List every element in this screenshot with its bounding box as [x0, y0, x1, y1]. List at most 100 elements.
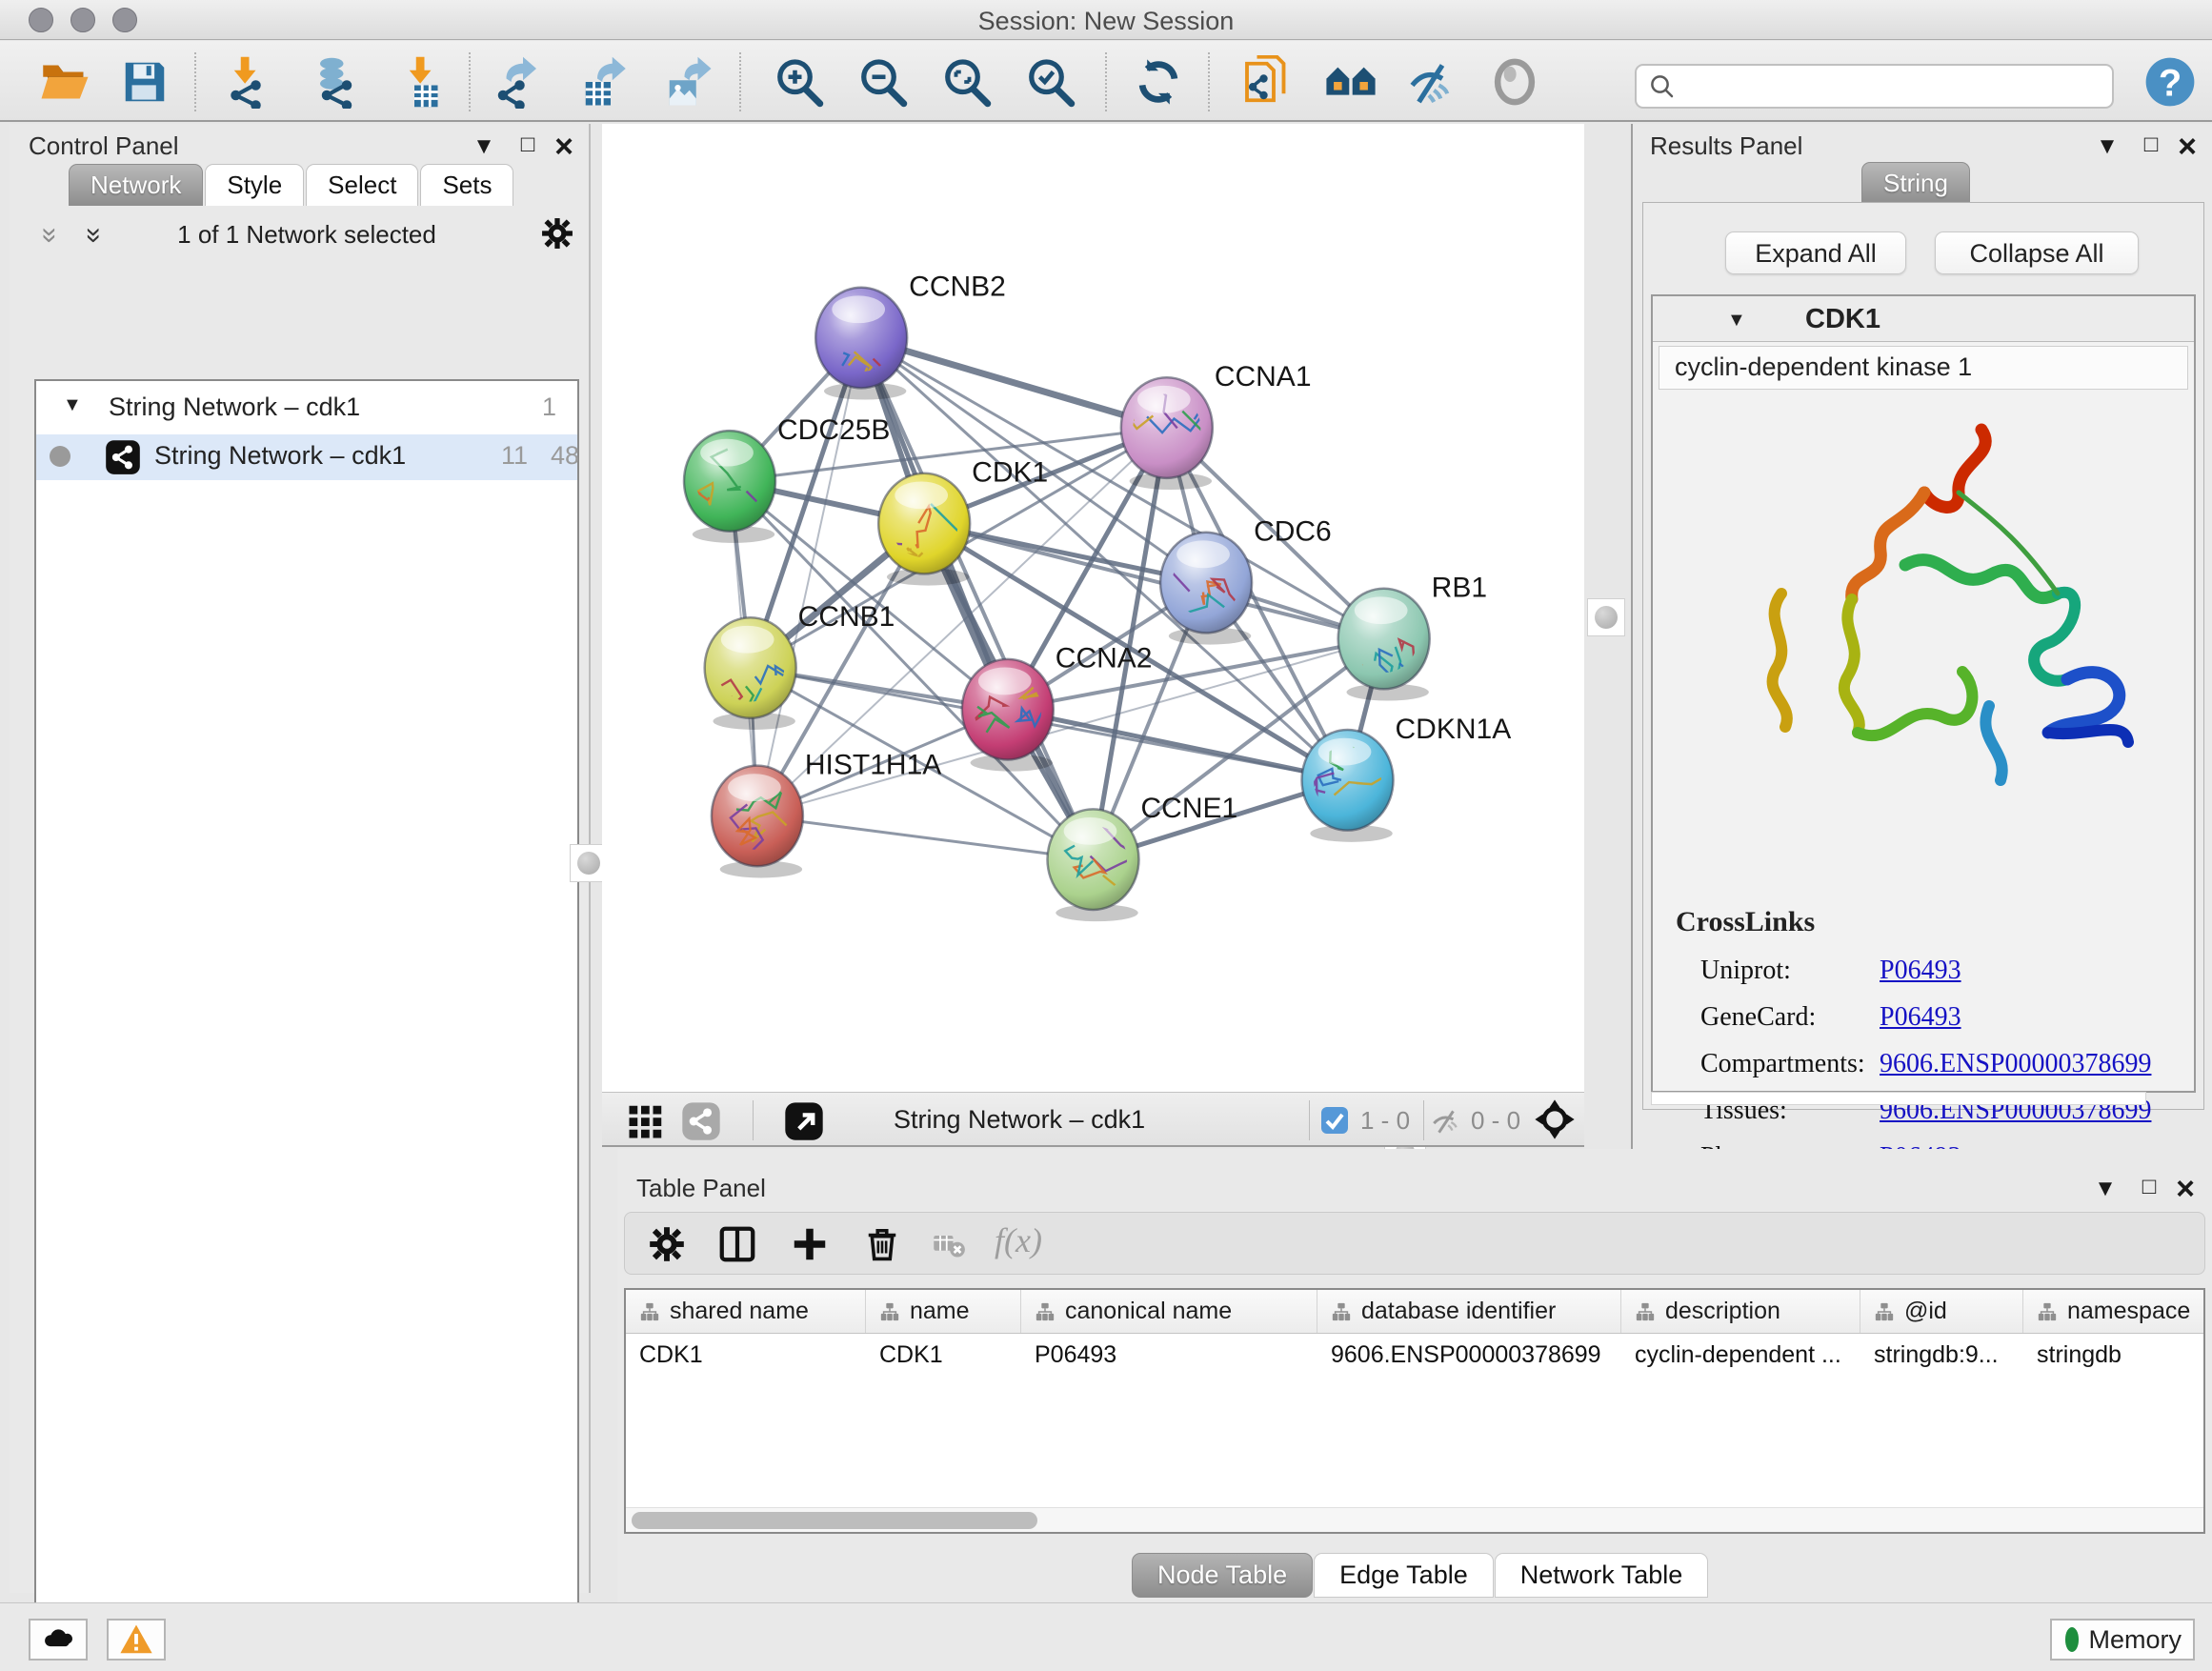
delete-column-icon[interactable]: [861, 1223, 903, 1265]
table-cell[interactable]: 9606.ENSP00000378699: [1317, 1334, 1621, 1376]
results-hscrollbar[interactable]: [1651, 1092, 2146, 1105]
table-cell[interactable]: CDK1: [626, 1334, 866, 1376]
table-hscroll-thumb[interactable]: [632, 1512, 1037, 1529]
zoom-selected-icon[interactable]: [1021, 53, 1078, 111]
crosslink-genecard-link[interactable]: P06493: [1880, 1002, 1961, 1033]
search-field[interactable]: [1635, 64, 2114, 109]
function-builder-icon[interactable]: f(x): [995, 1220, 1042, 1260]
tab-style[interactable]: Style: [205, 164, 304, 206]
zoom-in-icon[interactable]: [770, 53, 827, 111]
control-panel-collapse-icon[interactable]: ▼: [465, 133, 503, 160]
gene-collapse-icon[interactable]: ▼: [1727, 310, 1746, 332]
expand-all-button[interactable]: Expand All: [1725, 232, 1906, 274]
export-network-icon[interactable]: [488, 53, 545, 111]
network-share-badge-icon: [105, 439, 141, 482]
network-node-CCNA2[interactable]: CCNA2: [962, 643, 1153, 772]
column-header--id[interactable]: @id: [1860, 1290, 2023, 1333]
hidden-eye-slash-icon[interactable]: [1429, 1104, 1463, 1138]
network-node-CCNE1[interactable]: CCNE1: [1048, 793, 1238, 921]
column-header-database-identifier[interactable]: database identifier: [1317, 1290, 1621, 1333]
string-home-icon[interactable]: [1322, 53, 1379, 111]
column-header-shared-name[interactable]: shared name: [626, 1290, 866, 1333]
export-table-icon[interactable]: [575, 53, 633, 111]
tab-sets[interactable]: Sets: [420, 164, 513, 206]
network-node-CCNB2[interactable]: CCNB2: [815, 272, 1006, 426]
tab-node-table[interactable]: Node Table: [1132, 1553, 1313, 1598]
network-edge[interactable]: [757, 815, 1094, 859]
hide-glass-icon[interactable]: [1400, 53, 1458, 111]
collapse-all-button[interactable]: Collapse All: [1935, 232, 2139, 274]
network-edge[interactable]: [861, 338, 1167, 428]
network-collection-row[interactable]: ▼ String Network – cdk1 1: [36, 389, 577, 431]
results-panel-float-icon[interactable]: □: [2132, 131, 2170, 158]
control-panel-tabs: NetworkStyleSelectSets: [69, 164, 515, 206]
delete-table-icon[interactable]: [928, 1223, 970, 1265]
network-node-RB1[interactable]: RB1: [1338, 573, 1487, 701]
show-glass-icon[interactable]: [1486, 53, 1543, 111]
network-node-CDC6[interactable]: CDC6: [1133, 516, 1332, 645]
table-panel-collapse-icon[interactable]: ▼: [2086, 1176, 2124, 1202]
table-cell[interactable]: stringdb: [2023, 1334, 2205, 1376]
refresh-icon[interactable]: [1130, 53, 1187, 111]
network-canvas[interactable]: CCNB2CCNA1CDC25BCDK1CDC6RB1CCNB1CCNA2CDK…: [602, 124, 1584, 1092]
memory-button[interactable]: Memory: [2050, 1619, 2195, 1661]
open-session-icon[interactable]: [36, 53, 93, 111]
network-graph[interactable]: CCNB2CCNA1CDC25BCDK1CDC6RB1CCNB1CCNA2CDK…: [602, 124, 1584, 1092]
save-session-icon[interactable]: [116, 53, 173, 111]
control-panel-close-icon[interactable]: ×: [545, 135, 583, 158]
table-cell[interactable]: cyclin-dependent ...: [1621, 1334, 1860, 1376]
crosslink-uniprot-link[interactable]: P06493: [1880, 956, 1961, 986]
tab-edge-table[interactable]: Edge Table: [1314, 1553, 1494, 1598]
results-panel-close-icon[interactable]: ×: [2168, 135, 2206, 158]
tab-string[interactable]: String: [1861, 162, 1970, 204]
crosslink-compartments-link[interactable]: 9606.ENSP00000378699: [1880, 1049, 2151, 1079]
tree-expand-icon[interactable]: ▼: [63, 394, 82, 416]
table-panel-close-icon[interactable]: ×: [2166, 1178, 2204, 1200]
table-hscrollbar[interactable]: [626, 1507, 2203, 1532]
network-options-gear-icon[interactable]: [541, 217, 573, 254]
tab-select[interactable]: Select: [306, 164, 418, 206]
birdseye-grid-icon[interactable]: [625, 1100, 667, 1142]
column-header-canonical-name[interactable]: canonical name: [1021, 1290, 1317, 1333]
network-edge[interactable]: [1008, 710, 1348, 780]
zoom-fit-icon[interactable]: [937, 53, 995, 111]
warnings-button[interactable]: [107, 1619, 166, 1661]
import-network-database-icon[interactable]: [305, 53, 362, 111]
import-network-file-icon[interactable]: [217, 53, 274, 111]
table-row[interactable]: CDK1CDK1P064939606.ENSP00000378699cyclin…: [626, 1334, 2205, 1376]
network-row-selected[interactable]: String Network – cdk1 11 48: [36, 434, 577, 480]
network-node-HIST1H1A[interactable]: HIST1H1A: [712, 749, 941, 877]
network-node-CCNB1[interactable]: CCNB1: [705, 601, 895, 758]
zoom-out-icon[interactable]: [854, 53, 911, 111]
network-edge[interactable]: [861, 338, 1093, 860]
column-header-namespace[interactable]: namespace: [2023, 1290, 2205, 1333]
results-panel-collapse-icon[interactable]: ▼: [2088, 133, 2126, 160]
control-panel-float-icon[interactable]: □: [509, 131, 547, 158]
tab-network-table[interactable]: Network Table: [1495, 1553, 1709, 1598]
protein-structure-image: [1699, 403, 2146, 803]
help-button[interactable]: ?: [2142, 53, 2199, 111]
network-node-CDKN1A[interactable]: CDKN1A: [1302, 714, 1512, 842]
cloud-status-button[interactable]: [29, 1619, 88, 1661]
import-table-icon[interactable]: [392, 53, 450, 111]
table-cell[interactable]: stringdb:9...: [1860, 1334, 2023, 1376]
table-gear-icon[interactable]: [646, 1223, 688, 1265]
table-panel-float-icon[interactable]: □: [2130, 1174, 2168, 1200]
export-image-icon[interactable]: [659, 53, 716, 111]
column-header-description[interactable]: description: [1621, 1290, 1860, 1333]
table-cell[interactable]: CDK1: [866, 1334, 1021, 1376]
search-input[interactable]: [1686, 71, 2096, 101]
tab-network[interactable]: Network: [69, 164, 203, 206]
show-columns-icon[interactable]: [716, 1223, 758, 1265]
add-column-icon[interactable]: [789, 1223, 831, 1265]
network-node-CDC25B[interactable]: CDC25B: [666, 414, 890, 543]
string-import-icon[interactable]: [1238, 53, 1296, 111]
open-in-window-icon[interactable]: [783, 1100, 825, 1142]
table-cell[interactable]: P06493: [1021, 1334, 1317, 1376]
fit-crosshair-icon[interactable]: [1534, 1098, 1576, 1140]
column-header-name[interactable]: name: [866, 1290, 1021, 1333]
selected-count-checkbox-icon[interactable]: [1318, 1104, 1351, 1137]
right-splitter-handle[interactable]: [1587, 598, 1625, 636]
network-share-gray-icon[interactable]: [680, 1100, 722, 1142]
gene-card-header[interactable]: ▼ CDK1: [1653, 296, 2194, 342]
